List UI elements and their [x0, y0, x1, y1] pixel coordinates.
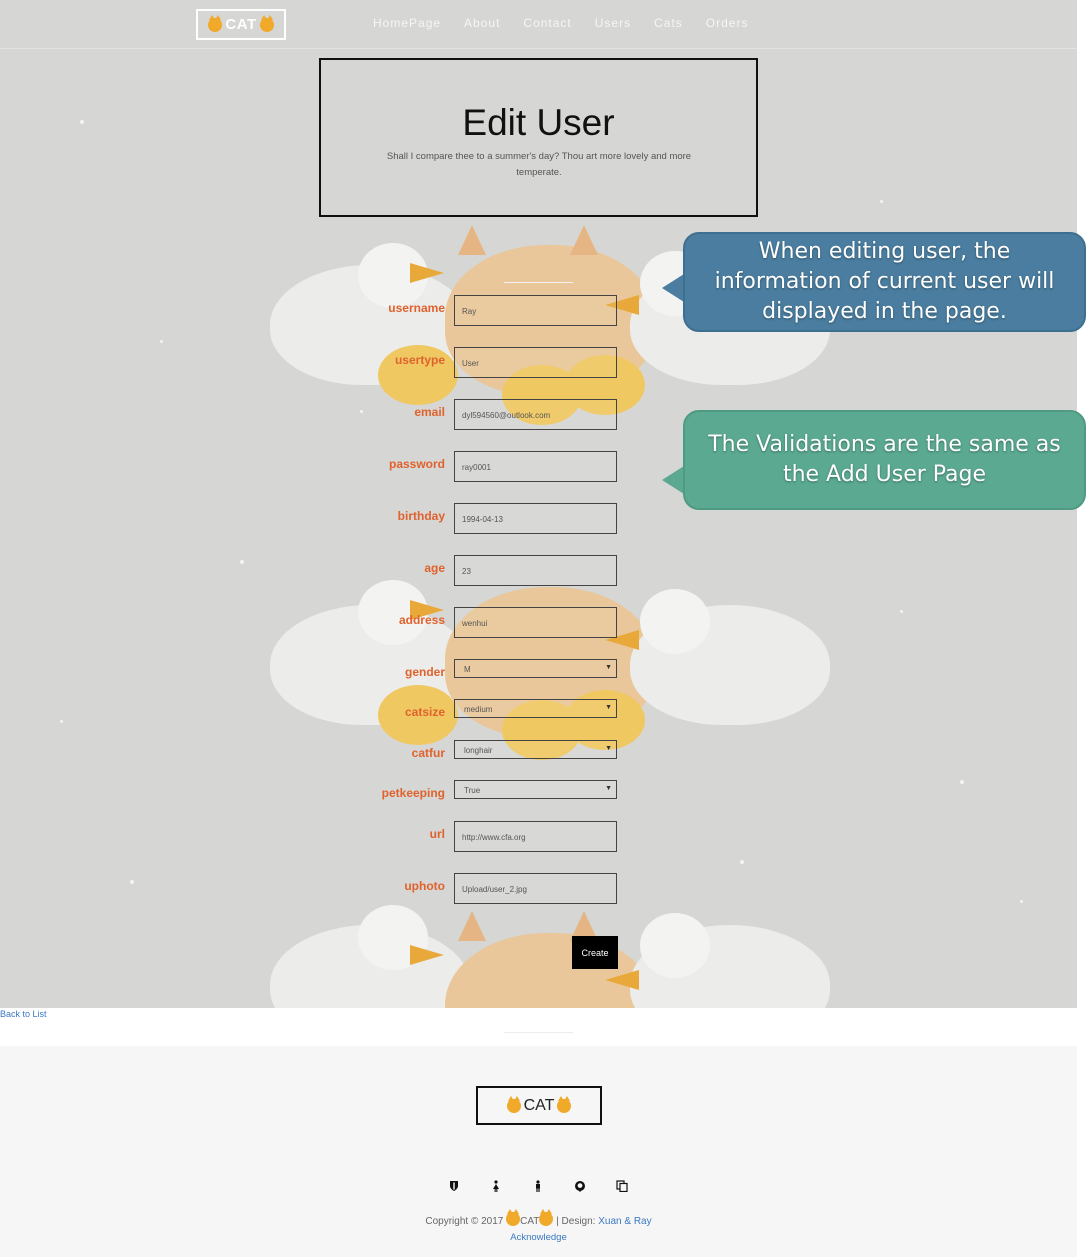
password-label: password [388, 457, 445, 471]
footer-logo-text: CAT [523, 1096, 555, 1114]
copyright-brand: CAT [520, 1216, 540, 1227]
birthday-input[interactable]: 1994-04-13 [454, 503, 617, 534]
female-icon[interactable] [490, 1180, 502, 1192]
cat-ear-illustration [570, 225, 598, 255]
footer-logo[interactable]: CAT [476, 1086, 602, 1125]
gender-selected-value: M [464, 665, 471, 674]
snow-speck [160, 340, 163, 343]
petkeeping-label: petkeeping [381, 786, 445, 800]
callout-editing-info: When editing user, the information of cu… [683, 232, 1086, 332]
nav-link-about[interactable]: About [464, 16, 500, 30]
duck-head-illustration [640, 913, 710, 978]
footer: CAT Copyright © 2017 CAT | Design: Xuan … [0, 1046, 1077, 1257]
copyright-text: Copyright © 2017 CAT | Design: Xuan & Ra… [0, 1209, 1077, 1227]
uphoto-label: uphoto [404, 879, 445, 893]
address-input[interactable]: wenhui [454, 607, 617, 638]
back-to-list-link[interactable]: Back to List [0, 1009, 47, 1019]
gender-select[interactable]: M ▼ [454, 659, 617, 678]
nav-link-orders[interactable]: Orders [706, 16, 749, 30]
chevron-down-icon: ▼ [605, 745, 612, 752]
usertype-label: usertype [394, 353, 445, 367]
designers-link[interactable]: Xuan & Ray [598, 1216, 651, 1227]
catfur-select[interactable]: longhair ▼ [454, 740, 617, 759]
chevron-down-icon: ▼ [605, 704, 612, 711]
snow-speck [1020, 900, 1023, 903]
email-input[interactable]: dyl594560@outlook.com [454, 399, 617, 430]
snow-speck [960, 780, 964, 784]
password-input[interactable]: ray0001 [454, 451, 617, 482]
duck-head-illustration [640, 589, 710, 654]
divider [504, 282, 573, 283]
copyright-design: | Design: [556, 1216, 596, 1227]
cat-emoji-icon [208, 14, 223, 32]
page-subtitle: Shall I compare thee to a summer's day? … [386, 151, 692, 178]
divider [504, 1032, 573, 1033]
usertype-input[interactable]: User [454, 347, 617, 378]
brand-logo[interactable]: CAT [196, 9, 286, 40]
social-icons [448, 1180, 658, 1192]
copy-icon[interactable] [616, 1180, 628, 1192]
petkeeping-select[interactable]: True ▼ [454, 780, 617, 799]
nav-link-homepage[interactable]: HomePage [373, 16, 441, 30]
cat-emoji-icon [539, 1209, 554, 1226]
snow-speck [80, 120, 84, 124]
brand-logo-text: CAT [225, 16, 257, 33]
username-label: username [388, 301, 445, 315]
address-label: address [398, 613, 445, 627]
url-input[interactable]: http://www.cfa.org [454, 821, 617, 852]
duck-beak-illustration [410, 945, 444, 965]
cat-ear-illustration [458, 225, 486, 255]
gender-label: gender [404, 665, 445, 679]
snow-speck [900, 610, 903, 613]
url-label: url [429, 827, 445, 841]
catsize-select[interactable]: medium ▼ [454, 699, 617, 718]
birthday-label: birthday [397, 509, 445, 523]
catfur-label: catfur [411, 746, 445, 760]
cat-emoji-icon [259, 14, 274, 32]
chevron-down-icon: ▼ [605, 785, 612, 792]
callout-pointer [662, 466, 684, 494]
chevron-down-icon: ▼ [605, 664, 612, 671]
snow-speck [880, 200, 883, 203]
snow-speck [60, 720, 63, 723]
cat-ear-illustration [458, 911, 486, 941]
acknowledge-link[interactable]: Acknowledge [0, 1232, 1077, 1243]
copyright-prefix: Copyright © 2017 [425, 1216, 504, 1227]
cat-emoji-icon [557, 1095, 572, 1113]
nav-link-cats[interactable]: Cats [654, 16, 683, 30]
catsize-selected-value: medium [464, 705, 493, 714]
snow-speck [740, 860, 744, 864]
petkeeping-selected-value: True [464, 786, 481, 795]
duck-beak-illustration [410, 263, 444, 283]
cat-emoji-icon [506, 1095, 521, 1113]
nav-link-users[interactable]: Users [595, 16, 631, 30]
age-input[interactable]: 23 [454, 555, 617, 586]
snow-speck [130, 880, 134, 884]
create-button[interactable]: Create [572, 936, 618, 969]
age-label: age [424, 561, 445, 575]
nav-link-contact[interactable]: Contact [523, 16, 571, 30]
cat-emoji-icon [506, 1209, 521, 1226]
cat-duck-illustration [270, 905, 830, 1008]
email-label: email [414, 405, 445, 419]
username-input[interactable]: Ray [454, 295, 617, 326]
page-header-box: Edit User Shall I compare thee to a summ… [319, 58, 758, 217]
uphoto-input[interactable]: Upload/user_2.jpg [454, 873, 617, 904]
catsize-label: catsize [404, 705, 445, 719]
shield-icon[interactable] [448, 1180, 460, 1192]
male-icon[interactable] [532, 1180, 544, 1192]
page-title: Edit User [462, 102, 615, 143]
github-icon[interactable] [574, 1180, 586, 1192]
nav-links: HomePage About Contact Users Cats Orders [373, 16, 771, 30]
callout-pointer [662, 274, 684, 302]
callout-validation-info: The Validations are the same as the Add … [683, 410, 1086, 510]
top-navbar: CAT HomePage About Contact Users Cats Or… [0, 0, 1077, 49]
duck-beak-illustration [605, 970, 639, 990]
snow-speck [240, 560, 244, 564]
catfur-selected-value: longhair [464, 746, 493, 755]
